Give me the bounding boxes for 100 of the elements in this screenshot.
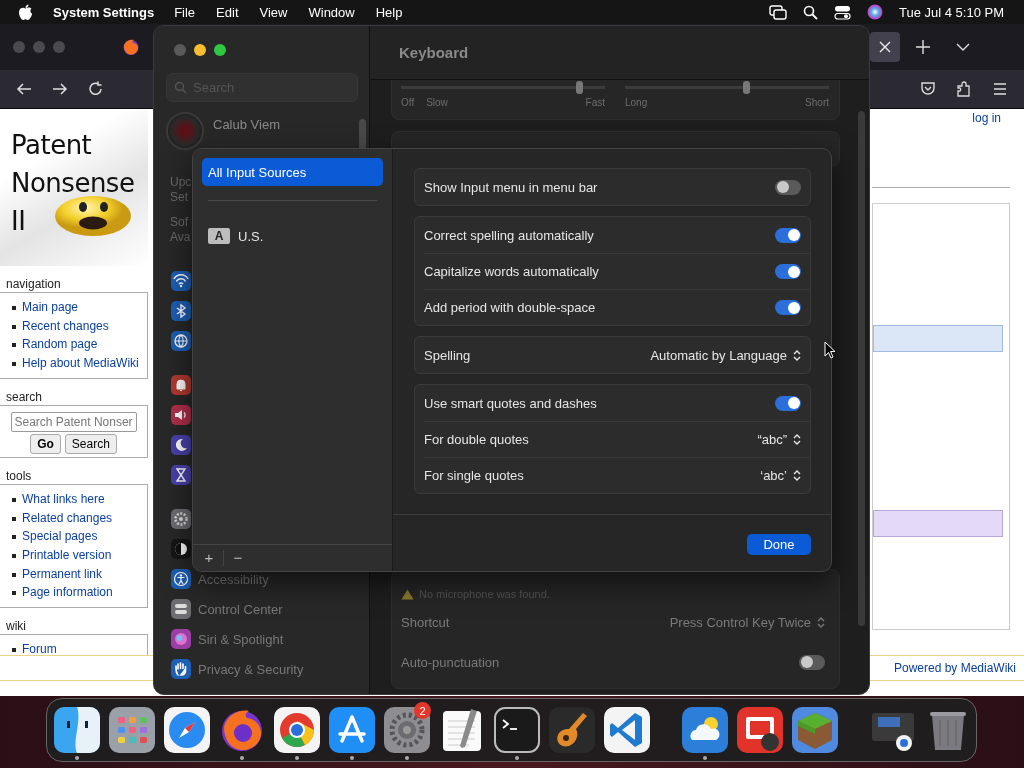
switches-icon[interactable]: [834, 4, 851, 20]
reload-icon[interactable]: [88, 81, 104, 97]
search-field[interactable]: Search Patent Nonser: [10, 411, 137, 432]
row-label: Auto-punctuation: [401, 654, 500, 670]
add-button[interactable]: +: [195, 550, 224, 566]
flame-globe-icon[interactable]: [122, 38, 140, 56]
option-label: For single quotes: [424, 468, 524, 483]
popup-button[interactable]: “abc”: [757, 432, 801, 447]
toggle-switch[interactable]: [799, 654, 825, 670]
go-button[interactable]: Go: [30, 433, 61, 454]
remove-button[interactable]: −: [224, 550, 252, 566]
forward-icon[interactable]: [52, 81, 68, 97]
row-label: Shortcut: [401, 614, 450, 630]
toggle-switch[interactable]: [775, 179, 801, 195]
login-link[interactable]: log in: [972, 111, 1001, 125]
back-icon[interactable]: [16, 81, 32, 97]
wifi-icon[interactable]: [171, 271, 191, 291]
menu-item[interactable]: Window: [308, 4, 355, 20]
notice-text: Sof: [170, 215, 188, 230]
code-editor-icon[interactable]: [604, 707, 650, 753]
slider-label: Fast: [585, 97, 605, 108]
popup-button[interactable]: Press Control Key Twice: [669, 614, 825, 630]
sidebar-link[interactable]: Forum: [22, 640, 57, 659]
toggle-switch[interactable]: [775, 300, 801, 315]
bullet: [12, 516, 16, 521]
color-wheel-icon[interactable]: [274, 707, 320, 753]
close-icon[interactable]: [879, 41, 891, 53]
notice-text: Set: [170, 190, 188, 205]
scrollbar[interactable]: [858, 111, 865, 626]
warning-icon: [401, 588, 414, 600]
terminal-icon[interactable]: [494, 707, 540, 753]
chevron-down-icon[interactable]: [956, 43, 970, 51]
keyboard-badge: A: [208, 228, 230, 244]
hourglass-icon[interactable]: [171, 465, 191, 485]
bullet: [12, 535, 16, 540]
popup-button[interactable]: ‘abc’: [760, 468, 801, 483]
cloud-sun-icon[interactable]: [682, 707, 728, 753]
menu-item[interactable]: File: [174, 4, 196, 20]
window-title: Keyboard: [370, 26, 869, 80]
chevron-updown-icon: [793, 469, 801, 482]
search-button[interactable]: Search: [64, 433, 117, 454]
menu-item[interactable]: View: [259, 4, 288, 20]
toggle-switch[interactable]: [775, 395, 801, 411]
source-item[interactable]: All Input Sources: [202, 158, 383, 186]
toggle-switch[interactable]: [775, 227, 801, 243]
slider-thumb[interactable]: [576, 81, 584, 94]
sidebar-link[interactable]: Printable version: [22, 545, 112, 565]
browser-tab[interactable]: [870, 32, 900, 62]
sidebar-link[interactable]: Recent changes: [22, 316, 109, 336]
zoom-button[interactable]: [214, 44, 226, 56]
photo-icon[interactable]: [737, 707, 783, 753]
letter-a-icon[interactable]: [329, 707, 375, 753]
bluetooth-icon[interactable]: [171, 301, 191, 321]
menu-item[interactable]: Help: [375, 4, 403, 20]
option-label: Use smart quotes and dashes: [424, 395, 597, 411]
app-grid-icon[interactable]: [109, 707, 155, 753]
option-label: Capitalize words automatically: [424, 264, 599, 279]
menu-item[interactable]: Edit: [216, 4, 239, 20]
pocket-icon[interactable]: [920, 81, 936, 97]
sidebar-link[interactable]: What links here: [22, 489, 105, 509]
sidebar-link[interactable]: Special pages: [22, 527, 98, 546]
toggle-switch[interactable]: [775, 264, 801, 279]
sidebar-link[interactable]: Related changes: [22, 508, 113, 528]
logo-text: Patent: [11, 129, 92, 162]
windows-icon[interactable]: [769, 4, 787, 20]
option-label: For double quotes: [424, 432, 529, 447]
puzzle-piece-icon[interactable]: [956, 81, 972, 97]
account-name[interactable]: Calub Viem: [213, 118, 280, 132]
chevron-updown-icon: [817, 615, 825, 629]
sidebar-link[interactable]: Random page: [22, 335, 98, 355]
globe-icon[interactable]: [171, 331, 191, 351]
sidebar-link[interactable]: Help about MediaWiki: [22, 354, 139, 373]
moon-icon[interactable]: [171, 435, 191, 455]
compass-icon[interactable]: [164, 707, 210, 753]
guitar-icon[interactable]: [549, 707, 595, 753]
slider-thumb[interactable]: [743, 81, 751, 94]
grass-block-icon[interactable]: [792, 707, 838, 753]
notice-text: Upc: [170, 175, 192, 190]
app-menu[interactable]: System Settings: [53, 4, 155, 20]
sidebar-link[interactable]: Main page: [22, 298, 79, 317]
sidebar-link[interactable]: Page information: [22, 583, 113, 603]
apple-icon[interactable]: [18, 3, 33, 21]
done-button[interactable]: Done: [747, 534, 811, 555]
gear-icon[interactable]: [384, 707, 430, 753]
siri-orb-icon[interactable]: [867, 4, 883, 20]
logo-text: II: [11, 205, 26, 238]
popup-button[interactable]: Automatic by Language: [650, 347, 801, 363]
minimize-button[interactable]: [194, 44, 206, 56]
slider-label: Off: [401, 97, 415, 108]
powered-by-link[interactable]: Powered by MediaWiki: [893, 661, 1016, 675]
pointer-icon: [824, 341, 836, 359]
menu-icon[interactable]: [992, 81, 1008, 97]
slider-label: Long: [625, 97, 648, 108]
speaker-icon[interactable]: [171, 405, 191, 425]
bullet: [12, 497, 16, 502]
sidebar-link[interactable]: Permanent link: [22, 564, 103, 584]
search-icon[interactable]: [803, 4, 818, 20]
plus-icon[interactable]: [915, 39, 931, 55]
gear-icon[interactable]: [171, 509, 191, 529]
bell-icon[interactable]: [171, 375, 191, 395]
